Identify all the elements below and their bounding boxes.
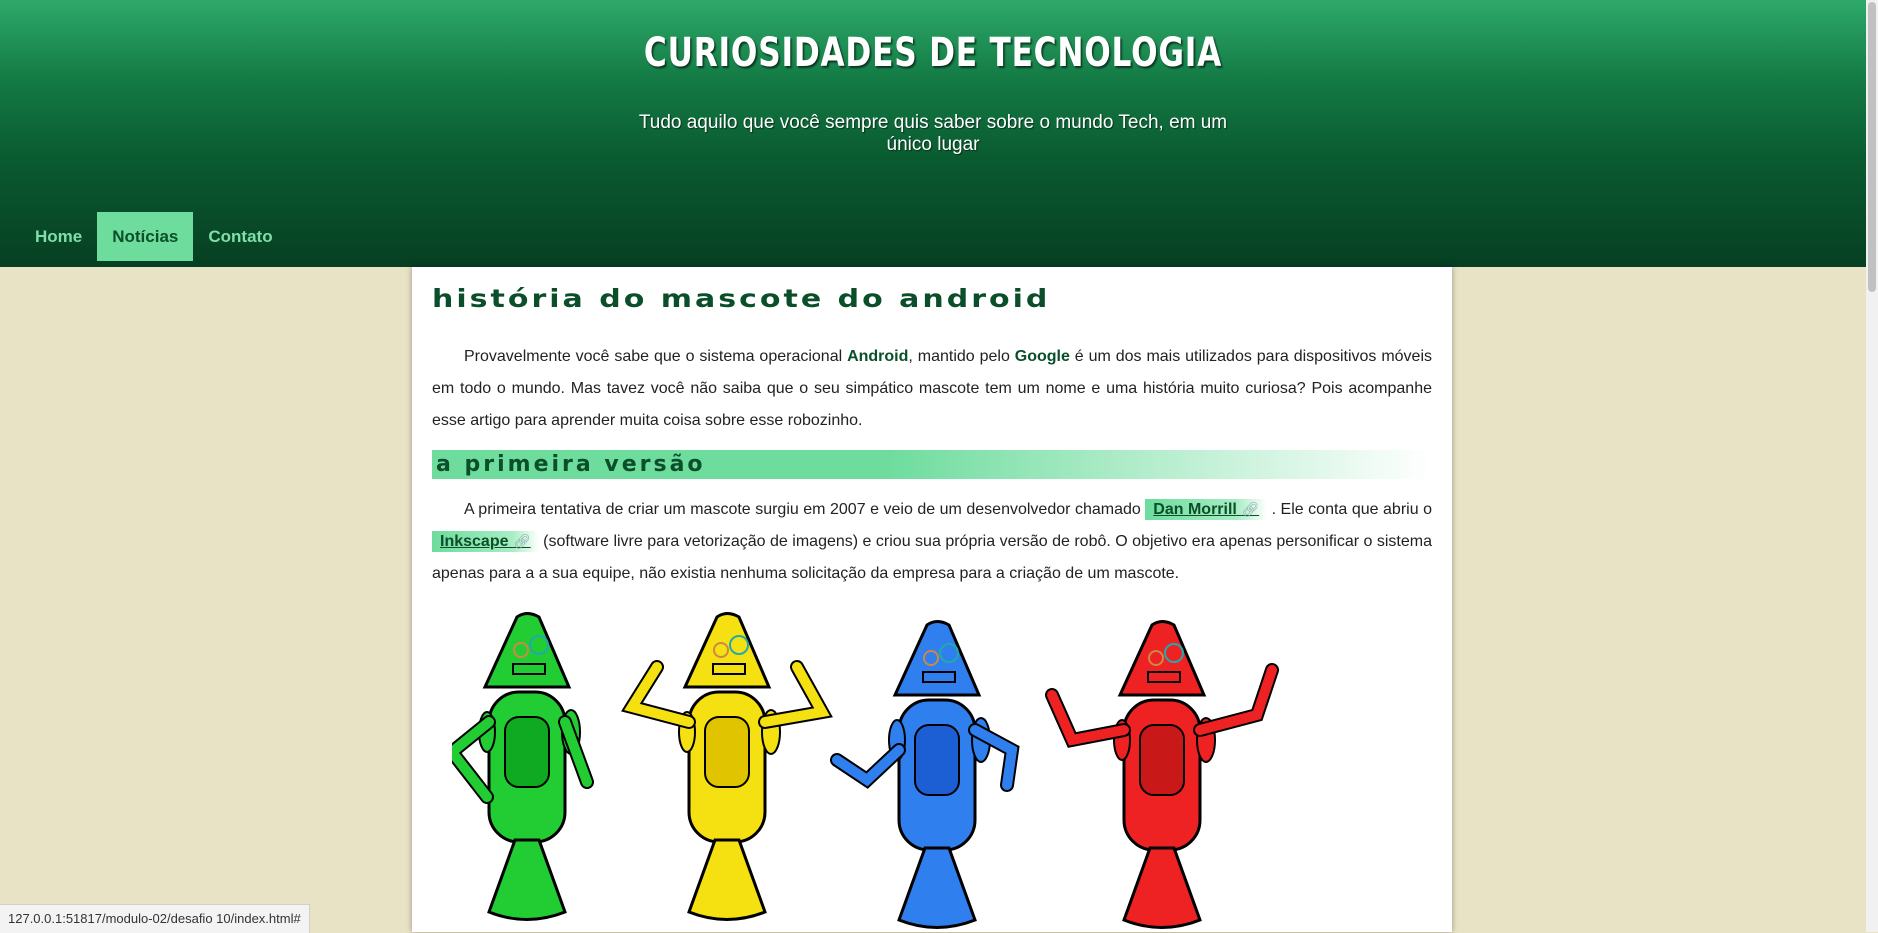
main-nav: Home Notícias Contato [20, 212, 288, 261]
section-title: A primeira versão [432, 450, 1432, 479]
status-bar-url: 127.0.0.1:51817/modulo-02/desafio 10/ind… [0, 904, 310, 933]
google-bold: Google [1014, 348, 1070, 365]
dan-morrill-link[interactable]: Dan Morrill 🔗︎ [1145, 499, 1268, 520]
robot-figure [1045, 620, 1279, 929]
nav-noticias[interactable]: Notícias [97, 212, 194, 261]
link-icon: 🔗︎ [1241, 501, 1260, 517]
site-subtitle: Tudo aquilo que você sempre quis saber s… [638, 112, 1228, 155]
robot-figure [452, 612, 594, 921]
robot-figure [621, 612, 833, 921]
site-header: CURIOSIDADES DE TECNOLOGIA Tudo aquilo q… [0, 0, 1866, 267]
site-title: CURIOSIDADES DE TECNOLOGIA [643, 30, 1223, 76]
article-container: História do mascote do Android Provavelm… [412, 267, 1452, 932]
intro-paragraph: Provavelmente você sabe que o sistema op… [432, 348, 1433, 429]
nav-home[interactable]: Home [20, 212, 97, 261]
link-icon: 🔗︎ [512, 533, 531, 549]
section-paragraph: A primeira tentativa de criar um mascote… [432, 499, 1432, 582]
scroll-thumb[interactable] [1868, 2, 1876, 292]
android-bold: Android [847, 348, 909, 365]
article-title: História do mascote do Android [432, 285, 1051, 314]
scrollbar[interactable] [1866, 0, 1878, 932]
robot-figure [830, 620, 1020, 929]
inkscape-link[interactable]: Inkscape 🔗︎ [432, 531, 539, 552]
robot-mascots-image [452, 612, 1279, 929]
nav-contato[interactable]: Contato [193, 212, 287, 261]
